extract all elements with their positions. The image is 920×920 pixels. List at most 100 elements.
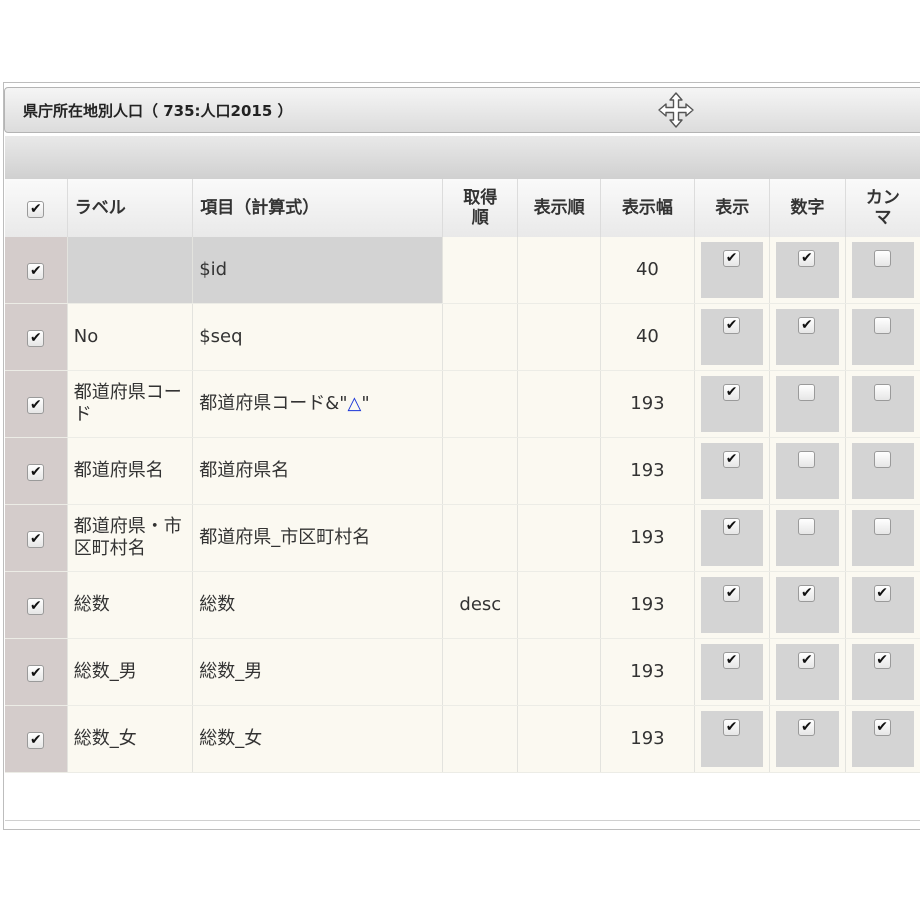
show-checkbox[interactable]: ✔ [723, 250, 741, 267]
display-width-cell[interactable]: 193 [600, 571, 696, 639]
display-width-cell[interactable]: 193 [600, 370, 696, 438]
row-select-checkbox[interactable]: ✔ [27, 531, 45, 548]
show-checkbox[interactable]: ✔ [723, 518, 741, 535]
fetch-order-cell[interactable] [442, 237, 519, 304]
item-cell[interactable]: $seq [192, 303, 444, 371]
item-cell[interactable]: 都道府県_市区町村名 [192, 504, 444, 572]
row-select-checkbox[interactable]: ✔ [27, 598, 45, 615]
display-width-cell[interactable]: 193 [600, 705, 696, 773]
fetch-order-column-header: 取得 順 [442, 179, 519, 237]
comma-checkbox[interactable]: ✔ [873, 585, 891, 602]
fetch-order-cell[interactable] [442, 638, 519, 706]
comma-checkbox[interactable] [873, 451, 891, 468]
show-cell-background: ✔ [701, 577, 764, 633]
show-checkbox[interactable]: ✔ [723, 451, 741, 468]
fetch-order-cell[interactable]: desc [442, 571, 519, 639]
item-cell[interactable]: 都道府県コード&"△" [192, 370, 444, 438]
table-row[interactable]: ✔ 総数_男 総数_男 193 ✔ ✔ ✔ [5, 638, 920, 706]
numeric-checkbox[interactable]: ✔ [798, 250, 816, 267]
show-cell: ✔ [694, 370, 771, 438]
numeric-cell: ✔ [769, 571, 846, 639]
item-text: 総数_男 [199, 661, 263, 682]
table-row[interactable]: ✔ $id 40 ✔ ✔ [5, 237, 920, 304]
numeric-cell [769, 504, 846, 572]
numeric-checkbox[interactable] [798, 451, 816, 468]
label-cell[interactable]: 都道府県コード [67, 370, 194, 438]
comma-checkbox[interactable] [873, 317, 891, 334]
display-width-cell[interactable]: 193 [600, 437, 696, 505]
fetch-order-cell[interactable] [442, 705, 519, 773]
comma-checkbox[interactable] [873, 384, 891, 401]
show-checkbox[interactable]: ✔ [723, 317, 741, 334]
label-cell[interactable] [67, 237, 194, 304]
item-cell[interactable]: $id [192, 237, 444, 304]
show-checkbox[interactable]: ✔ [723, 384, 741, 401]
display-width-cell[interactable]: 193 [600, 638, 696, 706]
row-select-checkbox[interactable]: ✔ [27, 330, 45, 347]
item-cell[interactable]: 総数_女 [192, 705, 444, 773]
table-row[interactable]: ✔ 総数 総数 desc 193 ✔ ✔ ✔ [5, 571, 920, 639]
display-width-cell[interactable]: 40 [600, 303, 696, 371]
comma-cell-background [851, 510, 914, 566]
row-select-checkbox[interactable]: ✔ [27, 665, 45, 682]
select-all-checkbox[interactable]: ✔ [27, 201, 45, 218]
numeric-cell-background [776, 443, 839, 499]
display-order-cell[interactable] [517, 237, 601, 304]
item-cell[interactable]: 総数 [192, 571, 444, 639]
table-row[interactable]: ✔ 都道府県名 都道府県名 193 ✔ [5, 437, 920, 505]
comma-cell-background [851, 242, 914, 298]
display-width-cell[interactable]: 40 [600, 237, 696, 304]
show-checkbox[interactable]: ✔ [723, 585, 741, 602]
label-cell[interactable]: 総数_女 [67, 705, 194, 773]
item-text: 都道府県_市区町村名 [199, 527, 371, 548]
fetch-order-cell[interactable] [442, 437, 519, 505]
numeric-checkbox[interactable]: ✔ [798, 719, 816, 736]
dialog-titlebar[interactable]: 県庁所在地別人口（ 735:人口2015 ） [4, 87, 920, 133]
item-cell[interactable]: 総数_男 [192, 638, 444, 706]
row-select-checkbox[interactable]: ✔ [27, 732, 45, 749]
comma-cell: ✔ [845, 638, 920, 706]
item-text: 総数 [199, 594, 236, 615]
fetch-order-cell[interactable] [442, 370, 519, 438]
comma-checkbox[interactable]: ✔ [873, 719, 891, 736]
numeric-checkbox[interactable] [798, 518, 816, 535]
row-select-checkbox[interactable]: ✔ [27, 263, 45, 280]
label-cell[interactable]: 総数 [67, 571, 194, 639]
numeric-checkbox[interactable]: ✔ [798, 585, 816, 602]
numeric-checkbox[interactable] [798, 384, 816, 401]
display-order-cell[interactable] [517, 303, 601, 371]
table-row[interactable]: ✔ No $seq 40 ✔ ✔ [5, 303, 920, 371]
table-row[interactable]: ✔ 総数_女 総数_女 193 ✔ ✔ ✔ [5, 705, 920, 773]
row-select-checkbox[interactable]: ✔ [27, 397, 45, 414]
row-select-checkbox[interactable]: ✔ [27, 464, 45, 481]
comma-cell-background [851, 443, 914, 499]
display-order-cell[interactable] [517, 370, 601, 438]
label-cell[interactable]: 都道府県・市区町村名 [67, 504, 194, 572]
label-cell[interactable]: 都道府県名 [67, 437, 194, 505]
display-order-cell[interactable] [517, 571, 601, 639]
display-order-cell[interactable] [517, 504, 601, 572]
comma-cell [845, 303, 920, 371]
numeric-cell-background: ✔ [776, 711, 839, 767]
label-cell[interactable]: No [67, 303, 194, 371]
show-cell: ✔ [694, 638, 771, 706]
comma-checkbox[interactable] [873, 250, 891, 267]
display-order-cell[interactable] [517, 705, 601, 773]
numeric-cell-background: ✔ [776, 309, 839, 365]
table-row[interactable]: ✔ 都道府県コード 都道府県コード&"△" 193 ✔ [5, 370, 920, 438]
comma-checkbox[interactable] [873, 518, 891, 535]
fetch-order-cell[interactable] [442, 303, 519, 371]
move-arrows-icon[interactable] [658, 92, 694, 128]
comma-checkbox[interactable]: ✔ [873, 652, 891, 669]
show-checkbox[interactable]: ✔ [723, 719, 741, 736]
display-width-cell[interactable]: 193 [600, 504, 696, 572]
show-checkbox[interactable]: ✔ [723, 652, 741, 669]
label-cell[interactable]: 総数_男 [67, 638, 194, 706]
numeric-checkbox[interactable]: ✔ [798, 317, 816, 334]
table-row[interactable]: ✔ 都道府県・市区町村名 都道府県_市区町村名 193 ✔ [5, 504, 920, 572]
display-order-cell[interactable] [517, 638, 601, 706]
fetch-order-cell[interactable] [442, 504, 519, 572]
numeric-checkbox[interactable]: ✔ [798, 652, 816, 669]
display-order-cell[interactable] [517, 437, 601, 505]
item-cell[interactable]: 都道府県名 [192, 437, 444, 505]
